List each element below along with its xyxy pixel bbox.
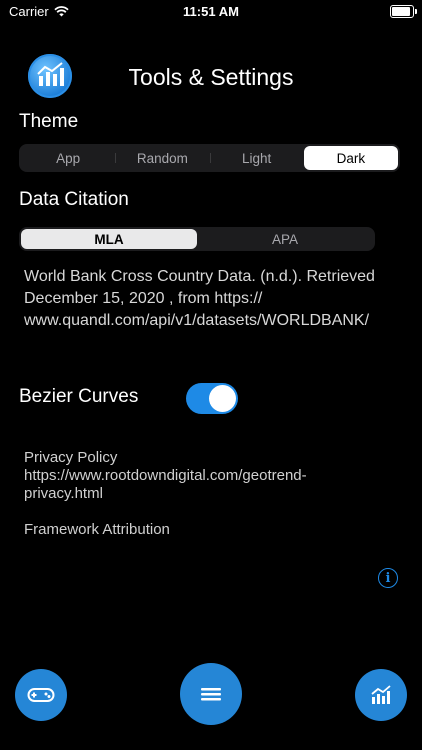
gamepad-button[interactable] xyxy=(15,669,67,721)
theme-option-app[interactable]: App xyxy=(21,146,115,170)
menu-button[interactable] xyxy=(180,663,242,725)
theme-label: Theme xyxy=(19,111,79,132)
menu-icon xyxy=(201,688,221,701)
gamepad-icon xyxy=(27,688,55,702)
page-title: Tools & Settings xyxy=(128,64,294,90)
citation-option-mla[interactable]: MLA xyxy=(21,229,197,249)
battery-icon xyxy=(390,5,417,18)
bezier-curves-label: Bezier Curves xyxy=(19,386,139,407)
info-icon[interactable]: i xyxy=(378,568,398,588)
citation-text: World Bank Cross Country Data. (n.d.). R… xyxy=(24,268,375,329)
privacy-policy-title: Privacy Policy xyxy=(24,449,118,466)
chart-icon xyxy=(371,685,391,704)
bezier-curves-toggle[interactable] xyxy=(186,383,238,414)
data-citation-label: Data Citation xyxy=(19,189,129,210)
theme-segmented-control: App Random Light Dark xyxy=(19,144,400,172)
status-time: 11:51 AM xyxy=(183,4,239,19)
privacy-policy-link[interactable]: Privacy Policy https://www.rootdowndigit… xyxy=(24,449,354,503)
citation-option-apa[interactable]: APA xyxy=(197,229,373,249)
toggle-knob xyxy=(209,385,236,412)
status-bar: Carrier 11:51 AM xyxy=(0,0,422,24)
chart-button[interactable] xyxy=(355,669,407,721)
framework-attribution-link[interactable]: Framework Attribution xyxy=(24,521,170,539)
theme-option-random[interactable]: Random xyxy=(115,146,209,170)
privacy-policy-url: https://www.rootdowndigital.com/geotrend… xyxy=(24,467,307,502)
theme-option-dark[interactable]: Dark xyxy=(303,146,398,170)
citation-segmented-control: MLA APA xyxy=(19,227,375,251)
theme-option-light[interactable]: Light xyxy=(209,146,304,170)
